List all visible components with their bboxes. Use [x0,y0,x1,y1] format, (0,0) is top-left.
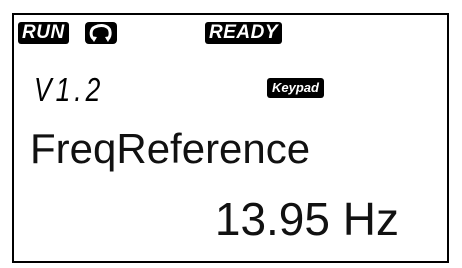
parameter-value-row: 13.95 Hz [215,193,399,245]
lcd-display: RUN READY V1.2 Keypad FreqReference 13.9… [12,13,449,263]
parameter-value: 13.95 [214,193,330,245]
control-place-badge: Keypad [267,78,324,98]
loop-arrow-icon [85,22,117,44]
loop-arrow-icon-graphic [89,24,112,42]
parameter-name: FreqReference [30,125,311,172]
status-bar: RUN READY [14,15,447,49]
parameter-unit: Hz [342,193,399,245]
run-status-badge: RUN [18,22,69,44]
ready-status-badge: READY [205,22,283,44]
parameter-code: V1.2 [34,71,105,108]
